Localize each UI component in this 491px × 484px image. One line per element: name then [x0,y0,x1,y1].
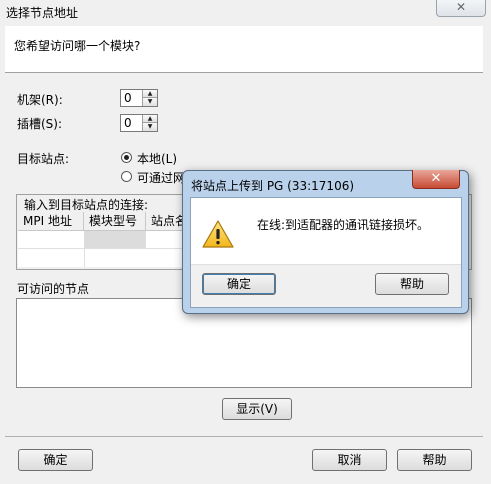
error-dialog-body: 在线:到适配器的通讯链接损坏。 确定 帮助 [190,197,462,308]
error-message: 在线:到适配器的通讯链接损坏。 [257,218,430,232]
header-band: 您希望访问哪一个模块? [5,26,483,73]
slot-down-arrow-icon[interactable]: ▼ [143,123,157,131]
connection-grid-body[interactable] [18,231,188,267]
warning-icon [202,220,234,248]
accessible-nodes-label: 可访问的节点 [17,282,90,296]
show-button[interactable]: 显示(V) [222,398,292,420]
help-button[interactable]: 帮助 [397,449,472,471]
grid-row-divider [18,248,188,249]
radio-remote[interactable] [121,171,132,182]
rack-label: 机架(R): [17,93,63,107]
error-help-button[interactable]: 帮助 [375,273,449,295]
rack-up-arrow-icon[interactable]: ▲ [143,90,157,98]
column-mpi-address[interactable]: MPI 地址 [18,212,84,230]
error-dialog-title: 将站点上传到 PG (33:17106) [191,179,355,193]
error-dialog: 将站点上传到 PG (33:17106) ✕ 在线:到适配器的通讯链接损坏。 确… [182,170,469,314]
error-message-area: 在线:到适配器的通讯链接损坏。 [191,198,461,265]
slot-label: 插槽(S): [17,117,63,131]
rack-spinner[interactable]: 0 ▲ ▼ [120,89,158,107]
slot-spinner[interactable]: 0 ▲ ▼ [120,114,158,132]
target-station-label: 目标站点: [17,152,70,166]
error-dialog-close-button[interactable]: ✕ [412,170,460,189]
ok-button[interactable]: 确定 [18,449,93,471]
radio-local[interactable] [121,152,132,163]
footer-separator [5,436,483,437]
window-title: 选择节点地址 [6,6,79,20]
column-module-type[interactable]: 模块型号 [84,212,146,230]
rack-value[interactable]: 0 [124,90,132,106]
grid-cell[interactable] [18,231,85,267]
radio-remote-label[interactable]: 可通过网 [137,169,185,186]
slot-value[interactable]: 0 [124,115,132,131]
connection-group-label: 输入到目标站点的连接: [24,198,149,212]
slot-up-arrow-icon[interactable]: ▲ [143,115,157,123]
radio-local-label[interactable]: 本地(L) [137,150,177,167]
rack-down-arrow-icon[interactable]: ▼ [143,98,157,106]
module-question: 您希望访问哪一个模块? [14,39,141,53]
connection-grid-header: MPI 地址 模块型号 站点名 [18,212,188,231]
window-close-button[interactable]: ✕ [436,0,486,17]
error-ok-button[interactable]: 确定 [202,273,276,295]
grid-cell[interactable] [84,231,146,248]
cancel-button[interactable]: 取消 [312,449,387,471]
